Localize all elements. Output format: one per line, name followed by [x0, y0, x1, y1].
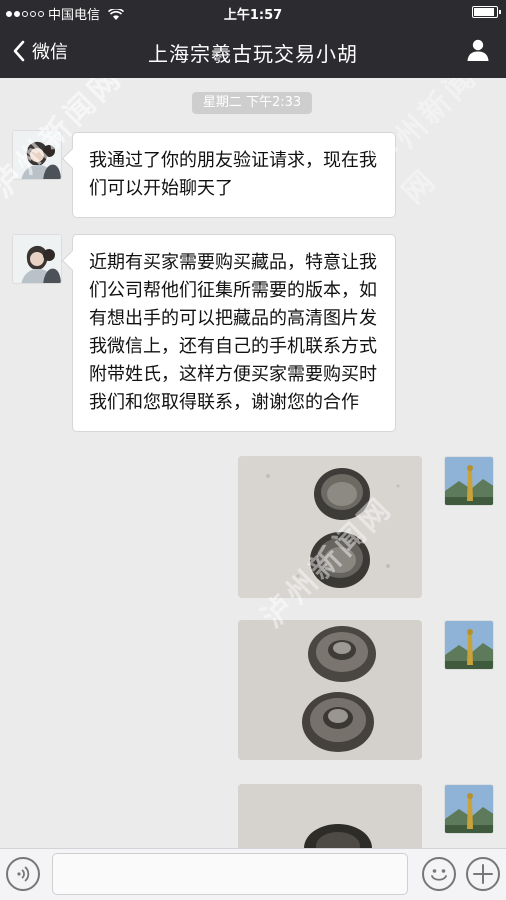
message-text: 近期有买家需要购买藏品，特意让我们公司帮他们征集所需要的版本，如有想出手的可以把…	[89, 252, 377, 413]
message-text: 我通过了你的朋友验证请求，现在我们可以开始聊天了	[89, 150, 377, 199]
chat-area[interactable]: 星期二 下午2:33 我通过了你的朋友验证请求，现在我们可以开始聊天了 近期有买…	[0, 78, 506, 848]
avatar-image	[13, 235, 61, 283]
status-bar: 中国电信 上午1:57	[0, 0, 506, 24]
silver-cups-photo	[238, 456, 422, 598]
voice-button[interactable]	[6, 857, 40, 891]
image-message[interactable]	[238, 784, 422, 848]
message-bubble[interactable]: 近期有买家需要购买藏品，特意让我们公司帮他们征集所需要的版本，如有想出手的可以把…	[72, 234, 396, 432]
input-bar	[0, 848, 506, 900]
silver-item-photo	[238, 784, 422, 848]
engraved-silver-photo	[238, 620, 422, 760]
message-bubble[interactable]: 我通过了你的朋友验证请求，现在我们可以开始聊天了	[72, 132, 396, 218]
plus-button[interactable]	[466, 857, 500, 891]
nav-bar: 微信 上海宗羲古玩交易小胡	[0, 24, 506, 78]
emoji-icon	[431, 869, 447, 881]
my-avatar[interactable]	[444, 784, 494, 834]
my-avatar[interactable]	[444, 620, 494, 670]
battery-fill	[474, 8, 494, 16]
contact-avatar[interactable]	[12, 130, 62, 180]
plus-icon	[473, 864, 493, 884]
profile-button[interactable]	[466, 38, 490, 66]
status-time: 上午1:57	[223, 8, 283, 23]
image-message[interactable]	[238, 620, 422, 760]
contact-avatar[interactable]	[12, 234, 62, 284]
statue-avatar-image	[445, 457, 493, 505]
statue-avatar-image	[445, 785, 493, 833]
statue-avatar-image	[445, 621, 493, 669]
person-icon	[467, 39, 489, 61]
message-timestamp: 星期二 下午2:33	[192, 92, 312, 114]
battery-icon	[472, 6, 501, 18]
emoji-button[interactable]	[422, 857, 456, 891]
avatar-image	[13, 131, 61, 179]
voice-icon	[17, 866, 30, 882]
image-message[interactable]	[238, 456, 422, 598]
my-avatar[interactable]	[444, 456, 494, 506]
chat-title: 上海宗羲古玩交易小胡	[148, 42, 358, 66]
message-input[interactable]	[52, 853, 408, 895]
